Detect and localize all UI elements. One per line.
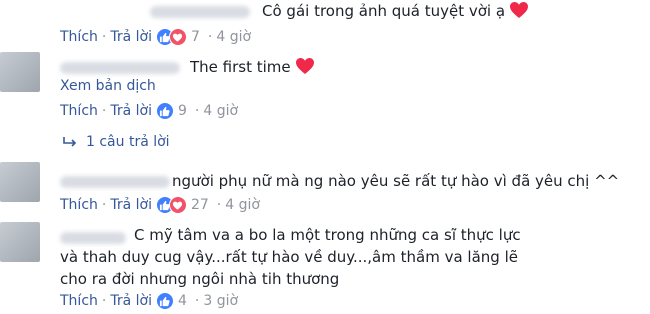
replies-count: 1 câu trả lời: [86, 134, 170, 150]
reply-button[interactable]: Trả lời: [110, 102, 152, 120]
comment-text: người phụ nữ mà ng nào yêu sẽ rất tự hào…: [172, 172, 620, 190]
love-icon: [168, 196, 187, 214]
reaction-count: 27: [190, 197, 209, 213]
reaction-count: 7: [190, 29, 200, 45]
comment-text: C mỹ tâm va a bo la một trong những ca s…: [60, 226, 521, 288]
reaction-summary[interactable]: 9: [155, 102, 187, 120]
reaction-summary[interactable]: 4: [155, 292, 187, 310]
comment-actions: Thích · Trả lời 4 · 3 giờ: [60, 292, 239, 310]
comment-actions: Thích · Trả lời 27 · 4 giờ: [60, 196, 260, 214]
author-name-blurred[interactable]: [60, 62, 180, 74]
reaction-summary[interactable]: 27: [155, 196, 209, 214]
comment-actions: Thích · Trả lời 7 · 4 giờ: [60, 28, 252, 46]
like-button[interactable]: Thích: [60, 28, 98, 46]
like-button[interactable]: Thích: [60, 102, 98, 120]
timestamp[interactable]: 4 giờ: [203, 102, 238, 120]
reply-arrow-icon: [63, 137, 77, 147]
reaction-count: 9: [177, 103, 187, 119]
comment-text: Cô gái trong ảnh quá tuyệt vời ạ: [262, 0, 529, 22]
timestamp[interactable]: 4 giờ: [216, 28, 251, 46]
view-replies-link[interactable]: 1 câu trả lời: [62, 134, 170, 150]
comment-actions: Thích · Trả lời 9 · 4 giờ: [60, 102, 239, 120]
see-translation-link[interactable]: Xem bản dịch: [60, 78, 156, 94]
timestamp[interactable]: 4 giờ: [225, 196, 260, 214]
reaction-summary[interactable]: 7: [155, 28, 200, 46]
like-icon: [155, 102, 174, 120]
like-button[interactable]: Thích: [60, 292, 98, 310]
avatar[interactable]: [0, 222, 40, 262]
heart-emoji-icon: [295, 58, 314, 74]
reply-button[interactable]: Trả lời: [110, 196, 152, 214]
like-icon: [155, 292, 174, 310]
author-name-blurred[interactable]: [60, 176, 170, 188]
avatar[interactable]: [0, 162, 40, 202]
like-button[interactable]: Thích: [60, 196, 98, 214]
reaction-count: 4: [177, 293, 187, 309]
reply-button[interactable]: Trả lời: [110, 292, 152, 310]
author-name-blurred[interactable]: [150, 6, 250, 18]
avatar[interactable]: [0, 52, 40, 92]
timestamp[interactable]: 3 giờ: [203, 292, 238, 310]
heart-emoji-icon: [510, 2, 529, 18]
reply-button[interactable]: Trả lời: [110, 28, 152, 46]
love-icon: [168, 28, 187, 46]
comment-text: The first time: [190, 56, 315, 78]
